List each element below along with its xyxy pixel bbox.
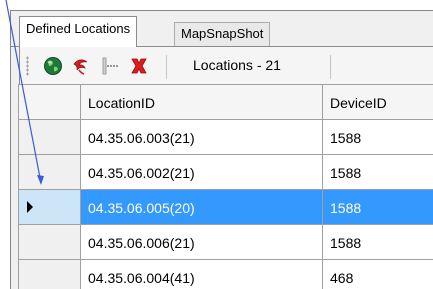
column-header-device-id[interactable]: DeviceID: [323, 85, 433, 120]
toolbar-separator: [166, 55, 167, 79]
device-id-cell[interactable]: 1588: [323, 225, 433, 260]
device-id-cell[interactable]: 1588: [323, 120, 433, 155]
table-row[interactable]: 04.35.06.006(21) 1588: [19, 225, 433, 260]
table-row[interactable]: 04.35.06.003(21) 1588: [19, 120, 433, 155]
row-header-corner[interactable]: [19, 85, 81, 120]
tab-map-snapshot[interactable]: MapSnapShot: [174, 22, 271, 46]
grid-button[interactable]: [100, 55, 122, 77]
table-row[interactable]: 04.35.06.002(21) 1588: [19, 155, 433, 190]
device-id-cell[interactable]: 468: [323, 260, 433, 289]
column-header-location-id[interactable]: LocationID: [81, 85, 323, 120]
table-row[interactable]: 04.35.06.004(41) 468: [19, 260, 433, 289]
device-id-cell[interactable]: 1588: [323, 190, 433, 225]
tab-strip: Defined Locations MapSnapShot: [11, 11, 433, 47]
toolbar: Locations - 21: [19, 47, 433, 85]
row-header[interactable]: [19, 190, 81, 225]
location-id-cell[interactable]: 04.35.06.004(41): [81, 260, 323, 289]
location-id-cell[interactable]: 04.35.06.005(20): [81, 190, 323, 225]
delete-x-icon: [131, 58, 147, 74]
table-grid-icon: [102, 57, 119, 75]
swirl-button[interactable]: [70, 55, 92, 77]
globe-button[interactable]: [42, 55, 64, 77]
row-header[interactable]: [19, 155, 81, 190]
location-id-cell[interactable]: 04.35.06.002(21): [81, 155, 323, 190]
row-header[interactable]: [19, 120, 81, 155]
locations-count-label: Locations - 21: [193, 57, 281, 73]
current-row-arrow-icon: [27, 201, 33, 213]
location-id-cell[interactable]: 04.35.06.006(21): [81, 225, 323, 260]
row-header[interactable]: [19, 225, 81, 260]
table-row-selected[interactable]: 04.35.06.005(20) 1588: [19, 190, 433, 225]
device-id-cell[interactable]: 1588: [323, 155, 433, 190]
toolbar-separator: [330, 55, 331, 79]
row-header[interactable]: [19, 260, 81, 289]
location-id-cell[interactable]: 04.35.06.003(21): [81, 120, 323, 155]
locations-grid: LocationID DeviceID 04.35.06.003(21) 158…: [18, 84, 433, 289]
tab-defined-locations[interactable]: Defined Locations: [19, 16, 138, 47]
delete-button[interactable]: [128, 55, 150, 77]
globe-icon: [44, 57, 62, 75]
red-swirl-icon: [73, 59, 88, 75]
toolbar-grip[interactable]: [26, 56, 29, 76]
grid-header-row: LocationID DeviceID: [19, 85, 433, 120]
